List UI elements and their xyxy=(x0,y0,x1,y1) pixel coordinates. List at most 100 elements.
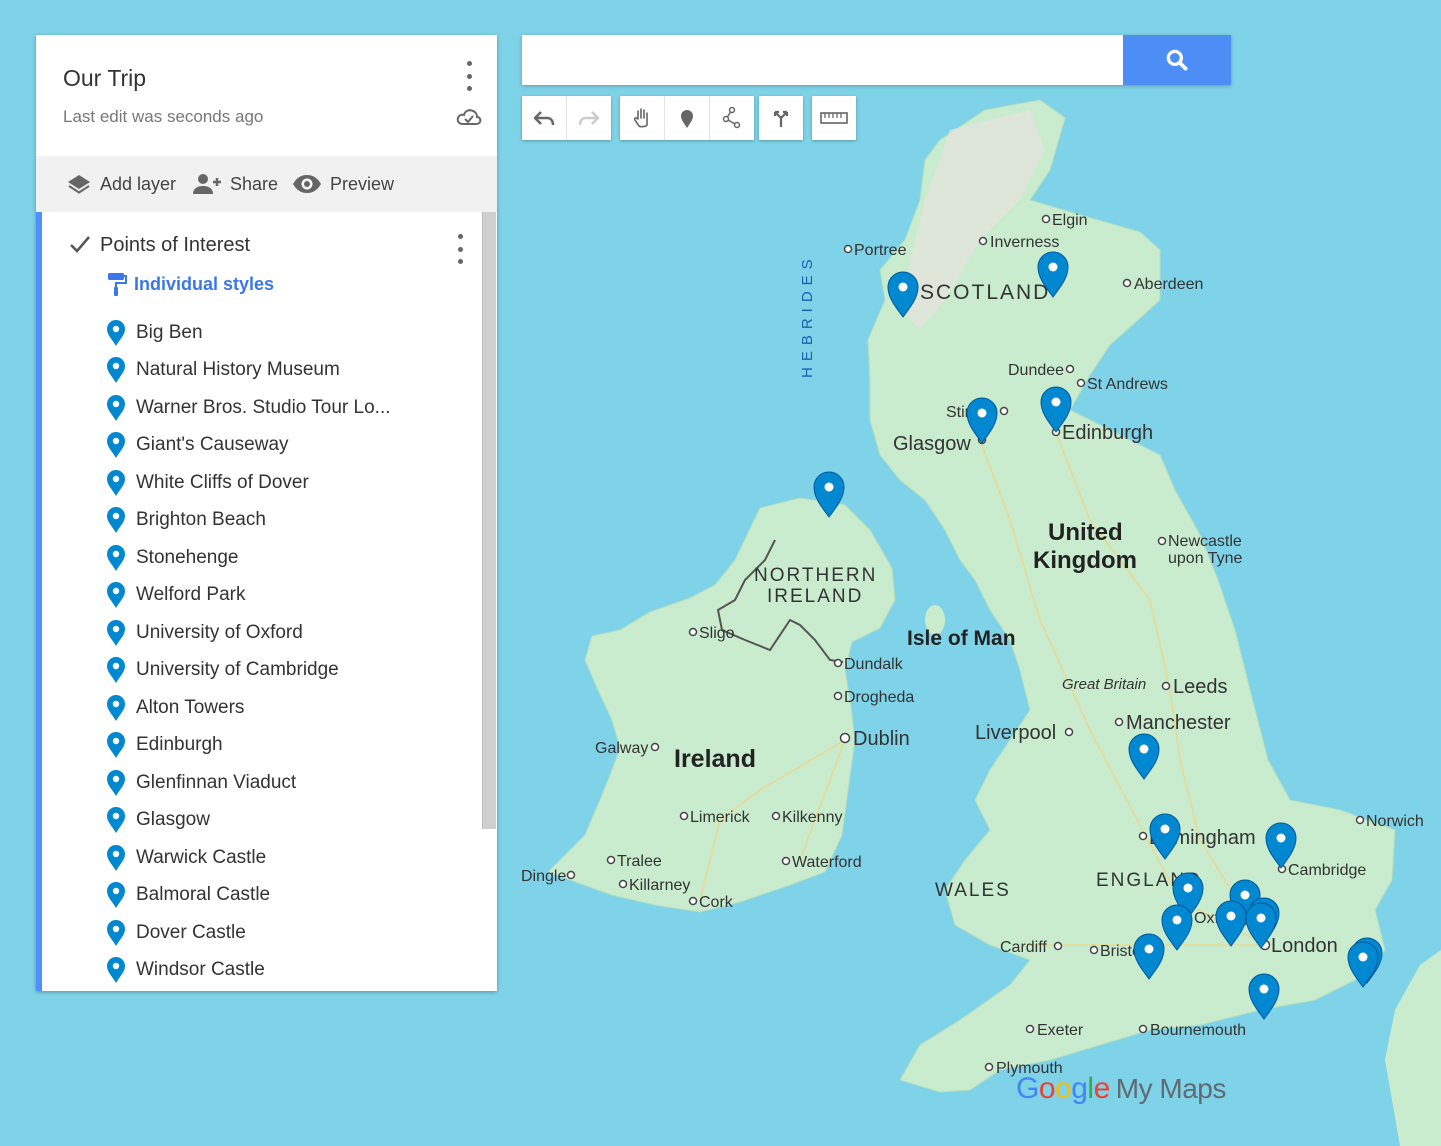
label-isle-of-man: Isle of Man xyxy=(907,627,1016,650)
map-pin-icon xyxy=(107,432,125,459)
places-list: Big Ben Natural History Museum Warner Bros… xyxy=(106,314,391,989)
map-pin-icon xyxy=(107,319,125,346)
paint-roller-icon xyxy=(108,273,127,296)
map-options-button[interactable] xyxy=(465,61,473,91)
list-item[interactable]: Alton Towers xyxy=(106,689,391,727)
place-name: Warwick Castle xyxy=(136,846,267,868)
list-item[interactable]: Glasgow xyxy=(106,802,391,840)
place-name: Dover Castle xyxy=(136,921,246,943)
draw-line-button[interactable] xyxy=(710,96,754,140)
label-norwich: Norwich xyxy=(1366,813,1424,830)
select-hand-button[interactable] xyxy=(620,96,665,140)
list-item[interactable]: University of Cambridge xyxy=(106,652,391,690)
label-bournemouth: Bournemouth xyxy=(1150,1022,1246,1039)
label-portree: Portree xyxy=(854,242,907,259)
label-hebrides: HEBRIDES xyxy=(799,253,816,378)
list-item[interactable]: White Cliffs of Dover xyxy=(106,464,391,502)
label-liverpool: Liverpool xyxy=(975,722,1056,744)
search-icon xyxy=(1166,49,1188,71)
cloud-saved-icon xyxy=(456,109,482,125)
label-killarney: Killarney xyxy=(629,877,690,894)
list-item[interactable]: Edinburgh xyxy=(106,727,391,765)
list-item[interactable]: Stonehenge xyxy=(106,539,391,577)
map-pin-icon xyxy=(107,357,125,384)
draw-line-icon xyxy=(722,106,741,129)
list-item[interactable]: Welford Park xyxy=(106,577,391,615)
undo-icon xyxy=(533,111,555,126)
list-item[interactable]: Brighton Beach xyxy=(106,502,391,540)
panel-toolbar: Add layer Share Preview xyxy=(36,156,497,212)
label-inverness: Inverness xyxy=(990,234,1059,251)
map-pin-icon xyxy=(107,544,125,571)
label-cardiff: Cardiff xyxy=(1000,939,1047,956)
search-bar xyxy=(522,35,1231,85)
map-title[interactable]: Our Trip xyxy=(63,65,146,92)
add-layer-label: Add layer xyxy=(100,173,177,194)
map-pin-icon xyxy=(107,957,125,984)
search-button[interactable] xyxy=(1123,35,1231,85)
more-vert-icon xyxy=(466,61,472,66)
panel-header: Our Trip Last edit was seconds ago xyxy=(36,35,497,156)
map-pin-icon xyxy=(107,844,125,871)
list-item[interactable]: Balmoral Castle xyxy=(106,877,391,915)
map-pin-icon xyxy=(107,657,125,684)
measure-button[interactable] xyxy=(812,96,856,140)
person-add-icon xyxy=(193,174,221,194)
list-item[interactable]: Warner Bros. Studio Tour Lo... xyxy=(106,389,391,427)
undo-button[interactable] xyxy=(522,96,567,140)
label-edinburgh: Edinburgh xyxy=(1062,422,1153,444)
list-item[interactable]: Dover Castle xyxy=(106,914,391,952)
place-name: Balmoral Castle xyxy=(136,884,271,906)
list-item[interactable]: Natural History Museum xyxy=(106,352,391,390)
list-item[interactable]: Glenfinnan Viaduct xyxy=(106,764,391,802)
list-item[interactable]: Big Ben xyxy=(106,314,391,352)
place-name: Glenfinnan Viaduct xyxy=(136,771,297,793)
place-name: Big Ben xyxy=(136,321,203,343)
label-kilkenny: Kilkenny xyxy=(782,809,842,826)
map-pin-icon xyxy=(107,694,125,721)
place-name: White Cliffs of Dover xyxy=(136,471,309,493)
label-leeds: Leeds xyxy=(1173,676,1228,698)
layer-visibility-checkbox[interactable] xyxy=(69,235,91,255)
directions-button[interactable] xyxy=(759,96,803,140)
google-my-maps-logo: Google My Maps xyxy=(1016,1072,1226,1105)
label-dundee: Dundee xyxy=(1008,362,1064,379)
place-name: Natural History Museum xyxy=(136,359,340,381)
label-dublin: Dublin xyxy=(853,728,910,750)
add-layer-button[interactable]: Add layer xyxy=(66,156,176,212)
map-pin-icon xyxy=(107,769,125,796)
drawing-tools-group xyxy=(620,96,754,140)
redo-button[interactable] xyxy=(567,96,611,140)
map-pin-icon xyxy=(107,619,125,646)
label-cork: Cork xyxy=(699,894,734,911)
label-limerick: Limerick xyxy=(690,809,751,826)
layer-options-button[interactable] xyxy=(456,234,464,264)
label-northern-ireland-1: NORTHERN xyxy=(754,565,877,586)
add-marker-button[interactable] xyxy=(665,96,710,140)
list-item[interactable]: Giant's Causeway xyxy=(106,427,391,465)
label-northern-ireland-2: IRELAND xyxy=(767,586,863,607)
list-item[interactable]: Warwick Castle xyxy=(106,839,391,877)
share-button[interactable]: Share xyxy=(192,156,278,212)
preview-button[interactable]: Preview xyxy=(292,156,394,212)
place-name: Windsor Castle xyxy=(136,959,265,981)
list-item[interactable]: Windsor Castle xyxy=(106,952,391,990)
label-united-kingdom-2: Kingdom xyxy=(1033,547,1137,574)
label-great-britain: Great Britain xyxy=(1062,676,1146,693)
undo-redo-group xyxy=(522,96,611,140)
map-pin-icon xyxy=(107,882,125,909)
search-input[interactable] xyxy=(522,35,1123,85)
list-item[interactable]: University of Oxford xyxy=(106,614,391,652)
individual-styles-button[interactable]: Individual styles xyxy=(106,271,274,297)
layer-title[interactable]: Points of Interest xyxy=(100,234,250,257)
panel-scrollbar[interactable] xyxy=(482,212,496,829)
marker-icon xyxy=(681,110,693,128)
place-name: Edinburgh xyxy=(136,734,223,756)
directions-group xyxy=(759,96,803,140)
map-pin-icon xyxy=(107,507,125,534)
place-name: Giant's Causeway xyxy=(136,434,289,456)
label-london: London xyxy=(1271,935,1338,957)
label-st-andrews: St Andrews xyxy=(1087,376,1168,393)
label-ireland: Ireland xyxy=(674,745,756,773)
map-pin-icon xyxy=(107,807,125,834)
